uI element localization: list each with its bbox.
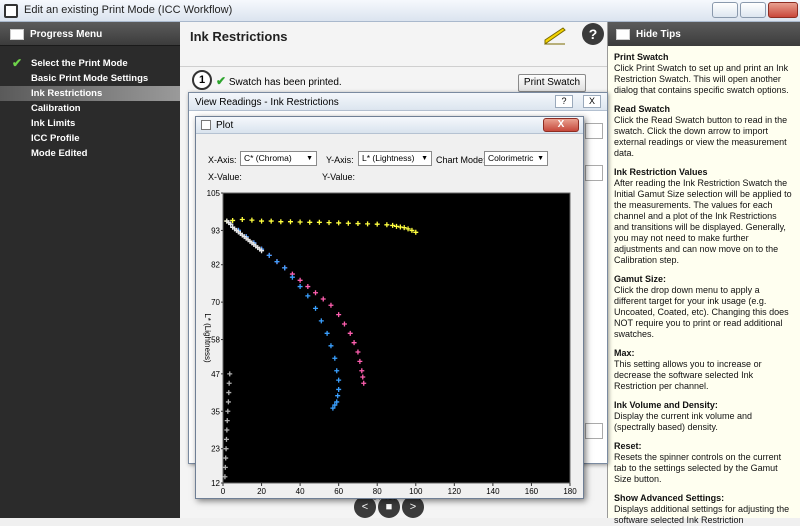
checkmark-icon: ✔ [216, 74, 227, 88]
x-tick-label: 80 [373, 487, 382, 496]
panel-icon [616, 29, 630, 40]
y-tick-label: 82 [211, 261, 220, 270]
dialog-close-button[interactable]: X [583, 95, 601, 108]
tip-title: Max: [614, 348, 635, 358]
y-axis-title: L* (Lightness) [203, 313, 212, 363]
progress-item-icc-profile[interactable]: ICC Profile [0, 131, 180, 146]
tip-body: Click Print Swatch to set up and print a… [614, 63, 789, 95]
y-tick-label: 47 [211, 370, 220, 379]
window-title: Edit an existing Print Mode (ICC Workflo… [24, 4, 233, 16]
plot-area [222, 192, 571, 484]
progress-item-calibration[interactable]: Calibration [0, 101, 180, 116]
background-field [585, 123, 603, 139]
dialog-title: View Readings - Ink Restrictions [195, 97, 339, 108]
progress-menu-header[interactable]: Progress Menu [0, 22, 180, 46]
tip-body: Display the current ink volume and (spec… [614, 411, 753, 432]
progress-menu-title: Progress Menu [30, 29, 103, 40]
background-dropdown [585, 165, 603, 181]
progress-panel: Progress Menu ✔ Select the Print Mode Bas… [0, 22, 188, 518]
tip-title: Show Advanced Settings: [614, 493, 725, 503]
swatch-status: ✔ Swatch has been printed. [216, 74, 342, 88]
progress-item-basic-settings[interactable]: Basic Print Mode Settings [0, 71, 180, 86]
checkmark-icon: ✔ [12, 56, 23, 70]
tip-body: Resets the spinner controls on the curre… [614, 452, 782, 484]
background-field [585, 423, 603, 439]
tip-body: Click the Read Swatch button to read in … [614, 115, 788, 158]
progress-item-ink-restrictions[interactable]: Ink Restrictions [0, 86, 188, 101]
y-tick-label: 105 [207, 189, 221, 198]
x-axis-title: C* (Chroma) [371, 498, 422, 500]
x-tick-label: 180 [563, 487, 577, 496]
tips-panel: Hide Tips Print Swatch Click Print Swatch… [607, 22, 800, 525]
plot-window: Plot X X-Axis: C* (Chroma) ▼ Y-Axis: L* (… [195, 116, 585, 500]
x-tick-label: 0 [221, 487, 226, 496]
y-tick-label: 23 [211, 445, 220, 454]
tip-title: Reset: [614, 441, 642, 451]
tip-body: Click the drop down menu to apply a diff… [614, 285, 789, 339]
x-tick-label: 160 [525, 487, 539, 496]
view-readings-titlebar: View Readings - Ink Restrictions ? X [189, 93, 607, 111]
y-tick-label: 93 [211, 226, 220, 235]
maximize-button[interactable] [740, 2, 766, 18]
tip-body: After reading the Ink Restriction Swatch… [614, 178, 792, 265]
window-titlebar: Edit an existing Print Mode (ICC Workflo… [0, 0, 800, 22]
tip-pencil-icon[interactable] [543, 26, 567, 46]
tips-text: Print Swatch Click Print Swatch to set up… [608, 46, 800, 526]
progress-item-mode-edited[interactable]: Mode Edited [0, 146, 180, 161]
close-window-button[interactable] [768, 2, 798, 18]
lightness-chroma-chart[interactable]: 0 20 40 60 80 100 120 140 160 1801223354758708293… [196, 117, 585, 500]
x-tick-label: 20 [257, 487, 266, 496]
tip-body: Displays additional settings for adjusti… [614, 504, 790, 525]
progress-item-ink-limits[interactable]: Ink Limits [0, 116, 180, 131]
tip-title: Ink Volume and Density: [614, 400, 718, 410]
divider [180, 66, 607, 67]
hide-tips-header[interactable]: Hide Tips [608, 22, 800, 46]
progress-item-select-print-mode[interactable]: ✔ Select the Print Mode [0, 56, 180, 71]
help-icon[interactable]: ? [582, 23, 604, 45]
x-tick-label: 100 [409, 487, 423, 496]
dialog-help-button[interactable]: ? [555, 95, 573, 108]
x-tick-label: 40 [296, 487, 305, 496]
minimize-button[interactable] [712, 2, 738, 18]
step-number: 1 [192, 70, 212, 90]
tip-title: Print Swatch [614, 52, 669, 62]
y-tick-label: 70 [211, 298, 220, 307]
panel-icon [10, 29, 24, 40]
y-tick-label: 12 [211, 479, 220, 488]
tip-title: Ink Restriction Values [614, 167, 708, 177]
tip-body: This setting allows you to increase or d… [614, 359, 762, 391]
hide-tips-label: Hide Tips [636, 29, 681, 40]
x-tick-label: 60 [334, 487, 343, 496]
tip-title: Read Swatch [614, 104, 671, 114]
progress-menu: ✔ Select the Print Mode Basic Print Mode … [0, 56, 188, 161]
app-icon [4, 4, 18, 18]
y-tick-label: 35 [211, 407, 220, 416]
x-tick-label: 120 [448, 487, 462, 496]
page-title: Ink Restrictions [190, 29, 288, 44]
print-swatch-button[interactable]: Print Swatch [518, 74, 586, 92]
x-tick-label: 140 [486, 487, 500, 496]
tip-title: Gamut Size: [614, 274, 667, 284]
